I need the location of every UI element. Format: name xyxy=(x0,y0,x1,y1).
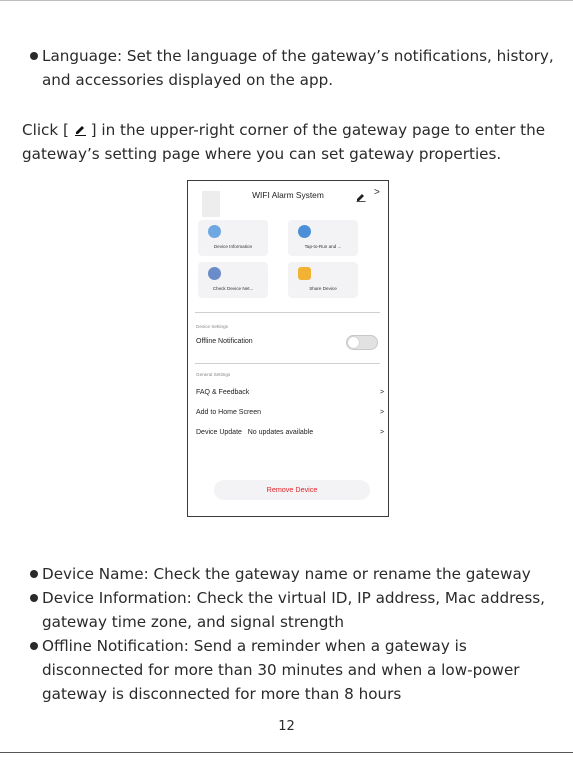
bullet-dot xyxy=(30,594,38,602)
pencil-icon xyxy=(74,119,86,137)
automation-icon xyxy=(298,225,311,238)
tile-share-device[interactable]: Share Device xyxy=(288,262,358,298)
chevron-right-icon: > xyxy=(380,409,385,416)
chevron-right-icon: > xyxy=(380,389,385,396)
bullet-text: Language: Set the language of the gatewa… xyxy=(42,47,554,89)
page-number: 12 xyxy=(278,719,295,734)
bullet-device-name: Device Name: Check the gateway name or r… xyxy=(30,562,560,586)
tile-check-device-network[interactable]: Check Device Net... xyxy=(198,262,268,298)
bullet-offline-notification: Offline Notification: Send a reminder wh… xyxy=(30,634,560,706)
device-settings-label: Device Settings xyxy=(196,324,228,329)
bullet-dot xyxy=(30,52,38,60)
offline-notification-label: Offline Notification xyxy=(196,338,253,345)
tile-label: Tap-to-Run and ... xyxy=(304,244,342,249)
row-add-to-home-screen[interactable]: Add to Home Screen xyxy=(196,409,261,416)
instruction-paragraph: Click [ ] in the upper-right corner of t… xyxy=(22,118,562,166)
bottom-rule xyxy=(0,752,573,753)
chevron-right-icon: > xyxy=(380,429,385,436)
tile-label: Share Device xyxy=(309,286,337,291)
row-faq-feedback[interactable]: FAQ & Feedback xyxy=(196,389,249,396)
toggle-knob xyxy=(348,337,359,348)
paragraph-text-after: ] in the upper-right corner of the gatew… xyxy=(22,121,546,163)
tile-device-information[interactable]: Device Information xyxy=(198,220,268,256)
info-icon xyxy=(208,225,221,238)
divider xyxy=(195,312,380,313)
top-rule xyxy=(0,0,573,1)
edit-icon[interactable] xyxy=(356,189,366,202)
phone-screenshot: WIFI Alarm System > Device Information T… xyxy=(187,180,389,517)
row-device-update[interactable]: Device Update No updates available xyxy=(196,429,313,436)
bullet-dot xyxy=(30,570,38,578)
divider xyxy=(195,363,380,364)
tile-label: Check Device Net... xyxy=(212,286,254,291)
general-settings-label: General Settings xyxy=(196,372,231,377)
network-check-icon xyxy=(208,267,221,280)
header-chevron-icon[interactable]: > xyxy=(374,187,380,198)
bullet-text: Device Information: Check the virtual ID… xyxy=(42,589,546,631)
tile-label: Device Information xyxy=(213,244,253,249)
paragraph-text-before: Click [ xyxy=(22,121,74,139)
offline-notification-toggle[interactable] xyxy=(346,335,378,350)
bullet-dot xyxy=(30,642,38,650)
bullet-text: Offline Notification: Send a reminder wh… xyxy=(42,637,520,703)
bullet-language: Language: Set the language of the gatewa… xyxy=(30,44,560,92)
tile-tap-to-run[interactable]: Tap-to-Run and ... xyxy=(288,220,358,256)
bullet-device-information: Device Information: Check the virtual ID… xyxy=(30,586,560,634)
share-icon xyxy=(298,267,311,280)
bullet-text: Device Name: Check the gateway name or r… xyxy=(42,565,531,583)
remove-device-button[interactable]: Remove Device xyxy=(214,480,370,500)
